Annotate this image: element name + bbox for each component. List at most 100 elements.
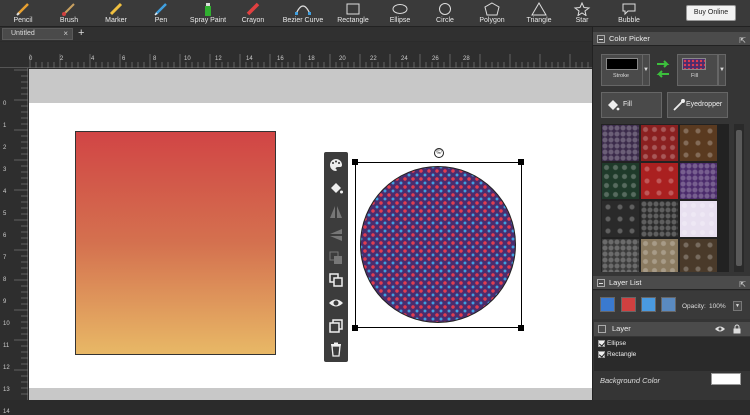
ruler-number: 22 bbox=[370, 56, 377, 62]
pattern-swatch[interactable] bbox=[602, 201, 639, 237]
rectangle-tool[interactable]: Rectangle bbox=[336, 0, 370, 27]
pattern-swatch[interactable] bbox=[680, 239, 717, 272]
opacity-value[interactable]: 100% bbox=[709, 303, 726, 310]
circle-tool[interactable]: Circle bbox=[432, 0, 458, 27]
buy-online-button[interactable]: Buy Online bbox=[686, 5, 736, 21]
pattern-swatch[interactable] bbox=[641, 239, 678, 272]
brush-label: Brush bbox=[59, 17, 79, 24]
stroke-dropdown-arrow[interactable]: ▼ bbox=[642, 54, 650, 86]
pen-icon bbox=[154, 3, 167, 16]
ruler-number: 3 bbox=[3, 167, 7, 173]
marker-label: Marker bbox=[105, 17, 127, 24]
ruler-number: 26 bbox=[432, 56, 439, 62]
layer-checkbox[interactable] bbox=[598, 340, 605, 347]
fill-button-label: Fill bbox=[623, 101, 632, 108]
pattern-swatch[interactable] bbox=[680, 125, 717, 161]
bezier-curve-label: Bezier Curve bbox=[282, 17, 324, 24]
ruler-number: 11 bbox=[3, 343, 10, 349]
eye-icon[interactable] bbox=[714, 325, 726, 333]
lock-icon[interactable] bbox=[732, 324, 742, 334]
rectangle-shape[interactable] bbox=[75, 131, 276, 355]
fill-label: Fill bbox=[691, 73, 699, 79]
spray-paint-tool[interactable]: Spray Paint bbox=[188, 0, 228, 27]
add-tab-button[interactable]: + bbox=[78, 27, 84, 40]
pattern-swatch[interactable] bbox=[641, 163, 678, 199]
circle-icon bbox=[439, 3, 451, 15]
ruler-number: 14 bbox=[3, 409, 10, 415]
visibility-icon[interactable] bbox=[328, 295, 344, 311]
pen-tool[interactable]: Pen bbox=[148, 0, 174, 27]
eyedropper-button[interactable]: Eyedropper bbox=[667, 92, 728, 118]
spray-paint-icon bbox=[205, 3, 211, 16]
pattern-swatch[interactable] bbox=[602, 239, 639, 272]
top-toolbar: Pencil Brush Marker Pen Spray Paint Cray… bbox=[0, 0, 750, 27]
opacity-dropdown-arrow[interactable]: ▼ bbox=[733, 301, 742, 311]
add-layer-button[interactable] bbox=[600, 297, 615, 312]
crayon-tool[interactable]: Crayon bbox=[238, 0, 268, 27]
palette-icon[interactable] bbox=[328, 157, 344, 173]
resize-handle-tr[interactable] bbox=[518, 159, 524, 165]
bubble-tool[interactable]: Bubble bbox=[614, 0, 644, 27]
group-icon[interactable] bbox=[328, 272, 344, 288]
pencil-icon bbox=[16, 3, 29, 16]
duplicate-layer-button[interactable] bbox=[641, 297, 656, 312]
swap-colors-icon[interactable] bbox=[654, 58, 672, 80]
scrollbar-thumb[interactable] bbox=[736, 130, 742, 266]
rectangle-label: Rectangle bbox=[337, 17, 369, 24]
ellipse-tool[interactable]: Ellipse bbox=[387, 0, 413, 27]
ellipse-label: Ellipse bbox=[389, 17, 411, 24]
tab-untitled[interactable]: Untitled × bbox=[2, 28, 73, 40]
pattern-swatch[interactable] bbox=[680, 201, 717, 237]
resize-handle-bl[interactable] bbox=[352, 325, 358, 331]
color-picker-header[interactable]: Color Picker ⇱ bbox=[593, 32, 750, 46]
fill-button[interactable]: Fill bbox=[601, 92, 662, 118]
collapse-icon[interactable] bbox=[597, 279, 605, 287]
popout-icon[interactable]: ⇱ bbox=[739, 34, 746, 48]
horizontal-ruler: 0 2 4 6 8 10 12 14 16 18 20 22 24 26 28 bbox=[0, 42, 592, 68]
close-icon[interactable]: × bbox=[63, 29, 68, 39]
ruler-number: 16 bbox=[277, 56, 284, 62]
fill-bucket-icon[interactable] bbox=[328, 180, 344, 196]
polygon-tool[interactable]: Polygon bbox=[477, 0, 507, 27]
merge-layer-button[interactable] bbox=[661, 297, 676, 312]
background-color-swatch[interactable] bbox=[711, 373, 741, 385]
crayon-label: Crayon bbox=[241, 17, 265, 24]
pattern-swatch-grid bbox=[601, 124, 729, 272]
flip-horizontal-icon[interactable] bbox=[328, 204, 344, 220]
pattern-swatch[interactable] bbox=[641, 201, 678, 237]
eyedropper-button-label: Eyedropper bbox=[686, 101, 723, 108]
layer-item-ellipse[interactable]: Ellipse bbox=[598, 340, 626, 347]
spray-paint-label: Spray Paint bbox=[189, 17, 227, 24]
rotate-handle[interactable]: © bbox=[434, 148, 444, 158]
duplicate-icon[interactable] bbox=[328, 318, 344, 334]
layer-checkbox[interactable] bbox=[598, 351, 605, 358]
layer-item-rectangle[interactable]: Rectangle bbox=[598, 351, 636, 358]
flip-vertical-icon[interactable] bbox=[328, 227, 344, 243]
pencil-tool[interactable]: Pencil bbox=[8, 0, 38, 27]
layer-list-header[interactable]: Layer List ⇱ bbox=[593, 276, 750, 290]
resize-handle-br[interactable] bbox=[518, 325, 524, 331]
arrange-icon[interactable] bbox=[328, 250, 344, 266]
resize-handle-tl[interactable] bbox=[352, 159, 358, 165]
pattern-swatch[interactable] bbox=[602, 125, 639, 161]
ruler-number: 7 bbox=[3, 255, 7, 261]
marker-tool[interactable]: Marker bbox=[101, 0, 131, 27]
remove-layer-button[interactable] bbox=[621, 297, 636, 312]
popout-icon[interactable]: ⇱ bbox=[739, 278, 746, 292]
star-tool[interactable]: Star bbox=[571, 0, 593, 27]
pattern-swatch[interactable] bbox=[602, 163, 639, 199]
collapse-icon[interactable] bbox=[597, 35, 605, 43]
bezier-curve-tool[interactable]: Bezier Curve bbox=[282, 0, 324, 27]
polygon-label: Polygon bbox=[479, 17, 505, 24]
triangle-tool[interactable]: Triangle bbox=[524, 0, 554, 27]
fill-dropdown-arrow[interactable]: ▼ bbox=[718, 54, 726, 86]
pattern-swatch[interactable] bbox=[680, 163, 717, 199]
rectangle-icon bbox=[346, 3, 360, 15]
collapse-icon[interactable] bbox=[598, 325, 606, 333]
layer-group-header[interactable]: Layer bbox=[594, 322, 750, 336]
brush-tool[interactable]: Brush bbox=[55, 0, 83, 27]
ruler-number: 5 bbox=[3, 211, 7, 217]
pattern-swatch[interactable] bbox=[641, 125, 678, 161]
ruler-number: 0 bbox=[29, 56, 33, 62]
delete-icon[interactable] bbox=[328, 341, 344, 357]
